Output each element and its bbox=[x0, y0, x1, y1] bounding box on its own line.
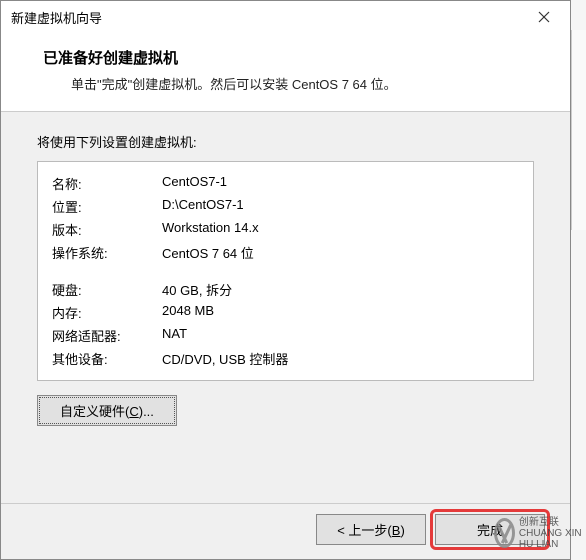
row-value: 2048 MB bbox=[162, 301, 288, 324]
row-label: 名称: bbox=[52, 172, 162, 195]
row-value: CD/DVD, USB 控制器 bbox=[162, 347, 288, 370]
table-row: 内存: 2048 MB bbox=[52, 301, 288, 324]
row-label: 内存: bbox=[52, 301, 162, 324]
table-row: 网络适配器: NAT bbox=[52, 324, 288, 347]
row-label: 操作系统: bbox=[52, 241, 162, 264]
titlebar: 新建虚拟机向导 bbox=[1, 1, 570, 33]
row-label: 硬盘: bbox=[52, 278, 162, 301]
window-title: 新建虚拟机向导 bbox=[11, 8, 102, 27]
customize-hardware-button[interactable]: 自定义硬件(C)... bbox=[37, 395, 177, 426]
wizard-dialog: 新建虚拟机向导 已准备好创建虚拟机 单击"完成"创建虚拟机。然后可以安装 Cen… bbox=[0, 0, 571, 560]
row-value: 40 GB, 拆分 bbox=[162, 278, 288, 301]
close-icon bbox=[538, 11, 550, 23]
close-button[interactable] bbox=[524, 3, 564, 31]
row-label: 位置: bbox=[52, 195, 162, 218]
row-value: NAT bbox=[162, 324, 288, 347]
finish-button[interactable]: 完成 bbox=[435, 514, 545, 545]
summary-table: 名称: CentOS7-1 位置: D:\CentOS7-1 版本: Works… bbox=[52, 172, 288, 370]
table-row: 版本: Workstation 14.x bbox=[52, 218, 288, 241]
row-value: Workstation 14.x bbox=[162, 218, 288, 241]
table-row: 硬盘: 40 GB, 拆分 bbox=[52, 278, 288, 301]
header-section: 已准备好创建虚拟机 单击"完成"创建虚拟机。然后可以安装 CentOS 7 64… bbox=[1, 33, 570, 112]
table-row: 位置: D:\CentOS7-1 bbox=[52, 195, 288, 218]
body-section: 将使用下列设置创建虚拟机: 名称: CentOS7-1 位置: D:\CentO… bbox=[1, 112, 570, 512]
row-value: D:\CentOS7-1 bbox=[162, 195, 288, 218]
table-row: 名称: CentOS7-1 bbox=[52, 172, 288, 195]
finish-highlight: 完成 bbox=[430, 509, 550, 550]
background-edge bbox=[571, 30, 586, 230]
table-row: 操作系统: CentOS 7 64 位 bbox=[52, 241, 288, 264]
settings-intro: 将使用下列设置创建虚拟机: bbox=[37, 132, 534, 151]
header-heading: 已准备好创建虚拟机 bbox=[43, 47, 540, 68]
header-subtext: 单击"完成"创建虚拟机。然后可以安装 CentOS 7 64 位。 bbox=[71, 74, 540, 93]
footer-section: < 上一步(B) 完成 bbox=[1, 503, 570, 559]
back-button[interactable]: < 上一步(B) bbox=[316, 514, 426, 545]
row-label: 版本: bbox=[52, 218, 162, 241]
summary-box: 名称: CentOS7-1 位置: D:\CentOS7-1 版本: Works… bbox=[37, 161, 534, 381]
table-row: 其他设备: CD/DVD, USB 控制器 bbox=[52, 347, 288, 370]
row-value: CentOS 7 64 位 bbox=[162, 241, 288, 264]
row-label: 网络适配器: bbox=[52, 324, 162, 347]
row-label: 其他设备: bbox=[52, 347, 162, 370]
row-value: CentOS7-1 bbox=[162, 172, 288, 195]
